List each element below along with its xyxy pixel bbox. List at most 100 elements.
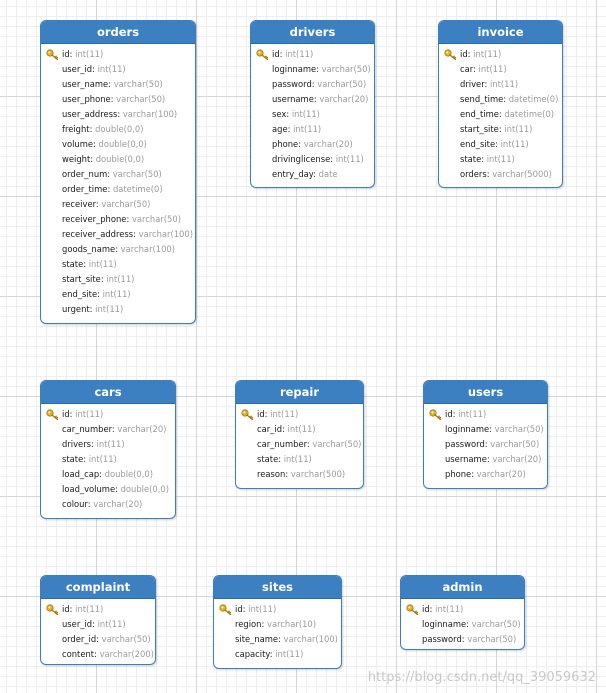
field-row[interactable]: freight: double(0,0): [41, 122, 195, 137]
primary-key-field-row[interactable]: id: int(11): [251, 47, 374, 62]
field-row[interactable]: car_number: varchar(20): [41, 422, 175, 437]
field-row[interactable]: volume: double(0,0): [41, 137, 195, 152]
field-name: phone: [445, 469, 472, 479]
field-type: int(11): [97, 64, 126, 74]
field-row[interactable]: phone: varchar(20): [424, 467, 547, 482]
field-row[interactable]: username: varchar(20): [424, 452, 547, 467]
field-name: car_id: [257, 424, 283, 434]
field-row[interactable]: car: int(11): [439, 62, 562, 77]
table-title[interactable]: drivers: [251, 21, 374, 44]
field-row[interactable]: end_time: datetime(0): [439, 107, 562, 122]
field-row[interactable]: send_time: datetime(0): [439, 92, 562, 107]
table-title[interactable]: invoice: [439, 21, 562, 44]
primary-key-field-row[interactable]: id: int(11): [41, 47, 195, 62]
field-row[interactable]: colour: varchar(20): [41, 497, 175, 512]
table-cars[interactable]: cars id: int(11) car_number: varchar(20) d…: [40, 380, 176, 519]
field-name: id: [62, 49, 70, 59]
primary-key-field-row[interactable]: id: int(11): [41, 602, 155, 617]
key-icon: [256, 49, 269, 61]
field-row[interactable]: end_site: int(11): [439, 137, 562, 152]
field-type: int(11): [75, 409, 104, 419]
field-name: id: [445, 409, 453, 419]
field-row[interactable]: user_id: int(11): [41, 617, 155, 632]
field-row[interactable]: user_id: int(11): [41, 62, 195, 77]
field-row[interactable]: user_name: varchar(50): [41, 77, 195, 92]
field-row[interactable]: loginname: varchar(50): [401, 617, 524, 632]
field-row[interactable]: car_id: int(11): [236, 422, 363, 437]
field-row[interactable]: start_site: int(11): [439, 122, 562, 137]
field-row[interactable]: sex: int(11): [251, 107, 374, 122]
field-row[interactable]: goods_name: varchar(100): [41, 242, 195, 257]
field-name: loginname: [272, 64, 317, 74]
field-row[interactable]: receiver_address: varchar(100): [41, 227, 195, 242]
field-row[interactable]: car_number: varchar(50): [236, 437, 363, 452]
field-row[interactable]: site_name: varchar(100): [214, 632, 341, 647]
table-title[interactable]: cars: [41, 381, 175, 404]
table-title[interactable]: orders: [41, 21, 195, 44]
table-title[interactable]: sites: [214, 576, 341, 599]
table-repair[interactable]: repair id: int(11) car_id: int(11) car_num…: [235, 380, 364, 489]
field-row[interactable]: entry_day: date: [251, 167, 374, 182]
field-row[interactable]: load_cap: double(0,0): [41, 467, 175, 482]
table-users[interactable]: users id: int(11) loginname: varchar(50) p…: [423, 380, 548, 489]
field-row[interactable]: urgent: int(11): [41, 302, 195, 317]
table-invoice[interactable]: invoice id: int(11) car: int(11) driver: i…: [438, 20, 563, 188]
table-title[interactable]: repair: [236, 381, 363, 404]
field-row[interactable]: loginname: varchar(50): [251, 62, 374, 77]
field-row[interactable]: receiver_phone: varchar(50): [41, 212, 195, 227]
field-row[interactable]: weight: double(0,0): [41, 152, 195, 167]
field-row[interactable]: order_time: datetime(0): [41, 182, 195, 197]
field-row[interactable]: phone: varchar(20): [251, 137, 374, 152]
primary-key-field-row[interactable]: id: int(11): [214, 602, 341, 617]
table-admin[interactable]: admin id: int(11) loginname: varchar(50) p…: [400, 575, 525, 650]
field-row[interactable]: region: varchar(10): [214, 617, 341, 632]
field-row[interactable]: end_site: int(11): [41, 287, 195, 302]
field-row[interactable]: drivinglicense: int(11): [251, 152, 374, 167]
field-row[interactable]: order_num: varchar(50): [41, 167, 195, 182]
field-row[interactable]: state: int(11): [236, 452, 363, 467]
field-row[interactable]: loginname: varchar(50): [424, 422, 547, 437]
field-row[interactable]: password: varchar(50): [401, 632, 524, 647]
field-row[interactable]: user_address: varchar(100): [41, 107, 195, 122]
field-row[interactable]: state: int(11): [41, 257, 195, 272]
field-name: state: [62, 454, 84, 464]
field-row[interactable]: password: varchar(50): [251, 77, 374, 92]
table-sites[interactable]: sites id: int(11) region: varchar(10) site…: [213, 575, 342, 669]
table-title[interactable]: admin: [401, 576, 524, 599]
table-drivers[interactable]: drivers id: int(11) loginname: varchar(50…: [250, 20, 375, 188]
primary-key-field-row[interactable]: id: int(11): [41, 407, 175, 422]
field-row[interactable]: load_volume: double(0,0): [41, 482, 175, 497]
field-row[interactable]: user_phone: varchar(50): [41, 92, 195, 107]
table-title[interactable]: users: [424, 381, 547, 404]
field-name: password: [445, 439, 485, 449]
primary-key-field-row[interactable]: id: int(11): [424, 407, 547, 422]
field-row[interactable]: drivers: int(11): [41, 437, 175, 452]
field-type: datetime(0): [112, 184, 163, 194]
field-row[interactable]: reason: varchar(500): [236, 467, 363, 482]
table-complaint[interactable]: complaint id: int(11) user_id: int(11) ord…: [40, 575, 156, 665]
field-row[interactable]: orders: varchar(5000): [439, 167, 562, 182]
table-title[interactable]: complaint: [41, 576, 155, 599]
field-name: user_name: [62, 79, 109, 89]
field-name: order_id: [62, 634, 97, 644]
field-name: send_time: [460, 94, 504, 104]
field-row[interactable]: username: varchar(20): [251, 92, 374, 107]
field-list: id: int(11) car_number: varchar(20) driver…: [41, 404, 175, 512]
primary-key-field-row[interactable]: id: int(11): [236, 407, 363, 422]
primary-key-field-row[interactable]: id: int(11): [401, 602, 524, 617]
field-row[interactable]: receiver: varchar(50): [41, 197, 195, 212]
field-row[interactable]: start_site: int(11): [41, 272, 195, 287]
field-row[interactable]: state: int(11): [41, 452, 175, 467]
field-row[interactable]: driver: int(11): [439, 77, 562, 92]
field-row[interactable]: state: int(11): [439, 152, 562, 167]
field-row[interactable]: order_id: varchar(50): [41, 632, 155, 647]
field-row[interactable]: age: int(11): [251, 122, 374, 137]
field-name: username: [445, 454, 487, 464]
field-row[interactable]: password: varchar(50): [424, 437, 547, 452]
table-orders[interactable]: orders id: int(11) user_id: int(11) user_n…: [40, 20, 196, 324]
field-row[interactable]: content: varchar(200): [41, 647, 155, 662]
field-name: drivinglicense: [272, 154, 331, 164]
field-name: user_address: [62, 109, 118, 119]
primary-key-field-row[interactable]: id: int(11): [439, 47, 562, 62]
field-row[interactable]: capacity: int(11): [214, 647, 341, 662]
